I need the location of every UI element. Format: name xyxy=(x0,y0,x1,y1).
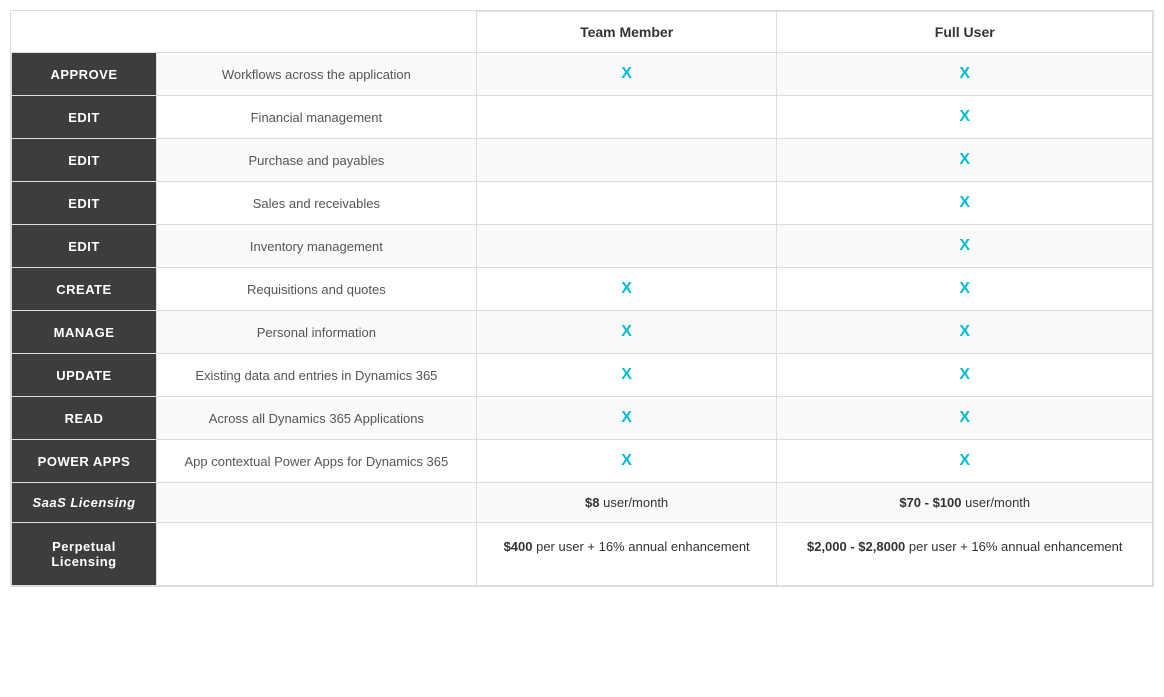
saas-team-member-price: $8 user/month xyxy=(476,483,777,523)
team-member-check: X xyxy=(476,311,777,354)
comparison-table: Team Member Full User APPROVEWorkflows a… xyxy=(10,10,1154,587)
description-cell: Sales and receivables xyxy=(157,182,477,225)
action-cell: EDIT xyxy=(12,96,157,139)
description-cell: Workflows across the application xyxy=(157,53,477,96)
saas-description-cell xyxy=(157,483,477,523)
full-user-check: X xyxy=(777,354,1153,397)
team-member-check xyxy=(476,96,777,139)
full-user-check: X xyxy=(777,397,1153,440)
team-member-check xyxy=(476,225,777,268)
saas-full-user-price: $70 - $100 user/month xyxy=(777,483,1153,523)
perpetual-team-member-price: $400 per user + 16% annual enhancement xyxy=(476,523,777,586)
description-cell: App contextual Power Apps for Dynamics 3… xyxy=(157,440,477,483)
perpetual-full-user-price: $2,000 - $2,8000 per user + 16% annual e… xyxy=(777,523,1153,586)
action-cell: READ xyxy=(12,397,157,440)
description-cell: Financial management xyxy=(157,96,477,139)
full-user-check: X xyxy=(777,268,1153,311)
col-header-full-user: Full User xyxy=(777,12,1153,53)
col-header-action xyxy=(12,12,157,53)
full-user-check: X xyxy=(777,225,1153,268)
description-cell: Requisitions and quotes xyxy=(157,268,477,311)
full-user-check: X xyxy=(777,440,1153,483)
description-cell: Existing data and entries in Dynamics 36… xyxy=(157,354,477,397)
team-member-check: X xyxy=(476,397,777,440)
action-cell: CREATE xyxy=(12,268,157,311)
full-user-check: X xyxy=(777,96,1153,139)
description-cell: Across all Dynamics 365 Applications xyxy=(157,397,477,440)
team-member-check: X xyxy=(476,53,777,96)
full-user-check: X xyxy=(777,139,1153,182)
action-cell: POWER APPS xyxy=(12,440,157,483)
action-cell: MANAGE xyxy=(12,311,157,354)
team-member-check: X xyxy=(476,354,777,397)
perpetual-description-cell xyxy=(157,523,477,586)
description-cell: Personal information xyxy=(157,311,477,354)
description-cell: Inventory management xyxy=(157,225,477,268)
action-cell: UPDATE xyxy=(12,354,157,397)
perpetual-action-cell: PerpetualLicensing xyxy=(12,523,157,586)
saas-action-cell: SaaS Licensing xyxy=(12,483,157,523)
action-cell: EDIT xyxy=(12,225,157,268)
action-cell: EDIT xyxy=(12,139,157,182)
full-user-check: X xyxy=(777,311,1153,354)
team-member-check: X xyxy=(476,268,777,311)
team-member-check: X xyxy=(476,440,777,483)
team-member-check xyxy=(476,139,777,182)
team-member-check xyxy=(476,182,777,225)
full-user-check: X xyxy=(777,53,1153,96)
full-user-check: X xyxy=(777,182,1153,225)
action-cell: EDIT xyxy=(12,182,157,225)
col-header-description xyxy=(157,12,477,53)
action-cell: APPROVE xyxy=(12,53,157,96)
col-header-team-member: Team Member xyxy=(476,12,777,53)
description-cell: Purchase and payables xyxy=(157,139,477,182)
